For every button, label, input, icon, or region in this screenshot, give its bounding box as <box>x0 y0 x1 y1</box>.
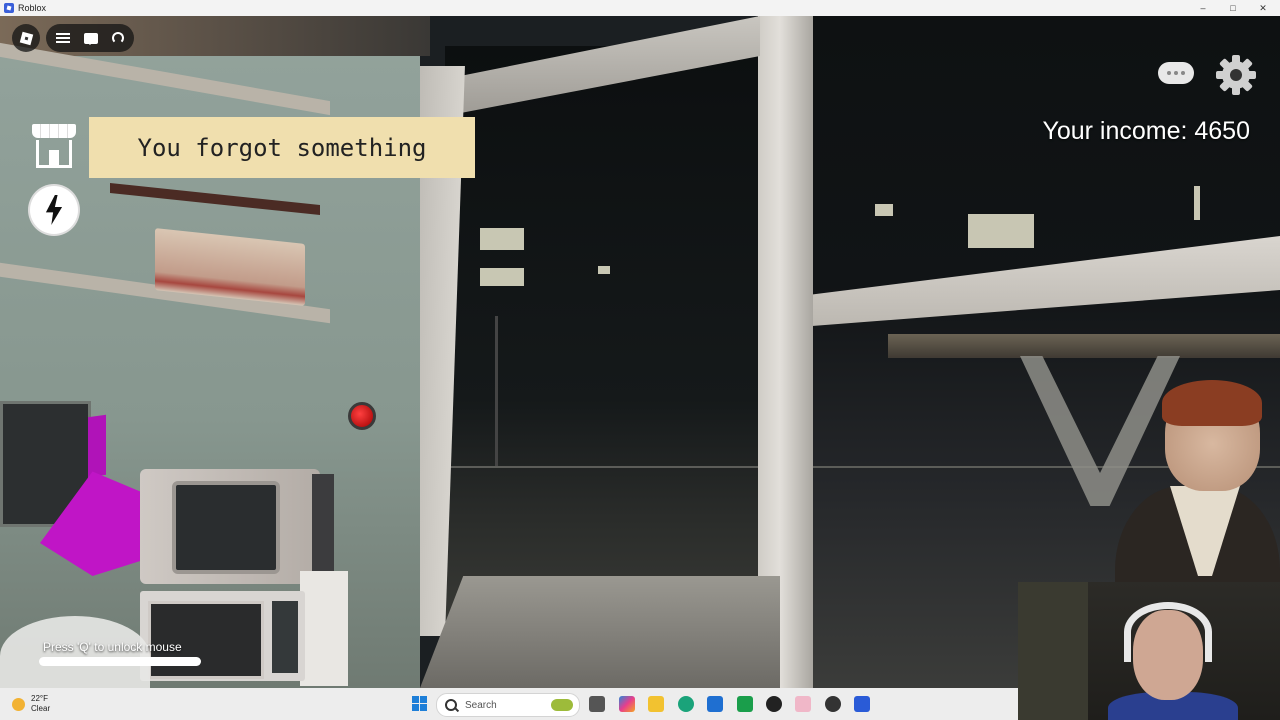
minimize-button[interactable]: – <box>1188 0 1218 16</box>
start-button[interactable] <box>412 696 427 711</box>
chrome-icon[interactable] <box>825 696 841 712</box>
topbar-pill <box>46 24 134 52</box>
road-edge <box>445 466 1280 468</box>
headset-icon[interactable] <box>112 32 124 44</box>
search-highlight-image <box>551 699 573 711</box>
window-title: Roblox <box>18 3 47 13</box>
roblox-logo-icon <box>19 31 33 45</box>
power-button[interactable] <box>30 186 78 234</box>
stand <box>300 571 348 686</box>
distant-building-light <box>480 268 524 286</box>
distant-building-light <box>875 204 893 216</box>
window-title-bar: Roblox – □ ✕ <box>0 0 1280 16</box>
purple-object <box>88 414 106 478</box>
gear-icon[interactable] <box>1215 54 1257 96</box>
roblox-topbar <box>12 24 134 54</box>
chat-bubble-icon[interactable] <box>1158 62 1194 84</box>
income-display: Your income: 4650 <box>1042 117 1250 145</box>
hamburger-menu-icon[interactable] <box>56 31 70 45</box>
roblox-app-icon <box>4 3 14 13</box>
unlock-mouse-progress <box>39 657 201 666</box>
microwave-keypad <box>272 601 298 673</box>
edge-icon[interactable] <box>678 696 694 712</box>
window-glass-left <box>445 46 765 636</box>
red-button[interactable] <box>348 402 376 430</box>
taskbar-search[interactable]: Search <box>436 693 580 717</box>
obs-icon[interactable] <box>766 696 782 712</box>
search-placeholder: Search <box>465 699 497 711</box>
headphones <box>1124 602 1212 662</box>
tv-back <box>312 474 334 574</box>
distant-building-light <box>1194 186 1200 220</box>
close-button[interactable]: ✕ <box>1248 0 1278 16</box>
weather-widget[interactable]: 22°F Clear <box>12 694 50 714</box>
window-sill <box>420 576 780 688</box>
search-icon <box>445 699 457 711</box>
street-lamp-pole <box>495 316 498 466</box>
distant-building-light <box>480 228 524 250</box>
folder-icon[interactable] <box>648 696 664 712</box>
roblox-menu-button[interactable] <box>12 24 40 52</box>
webcam-overlay <box>1018 582 1280 720</box>
npc-hair <box>1162 380 1262 426</box>
moon-icon <box>12 697 25 711</box>
xbox-icon[interactable] <box>737 696 753 712</box>
maximize-button[interactable]: □ <box>1218 0 1248 16</box>
notification-banner: You forgot something <box>89 117 475 178</box>
store-icon[interactable] <box>707 696 723 712</box>
distant-building-light <box>598 266 610 274</box>
weather-desc: Clear <box>31 704 51 713</box>
roblox-icon[interactable] <box>854 696 870 712</box>
file-explorer-icon[interactable] <box>589 696 605 712</box>
photos-icon[interactable] <box>795 696 811 712</box>
chat-icon[interactable] <box>84 32 98 45</box>
gas-station-canopy <box>888 334 1280 358</box>
distant-building-light <box>968 214 1034 248</box>
copilot-icon[interactable] <box>619 696 635 712</box>
unlock-mouse-hint: Press 'Q' to unlock mouse <box>43 640 182 654</box>
shop-icon <box>32 124 76 138</box>
weather-temp: 22°F <box>31 694 48 703</box>
shop-button[interactable] <box>30 124 78 170</box>
tv-screen <box>172 481 280 574</box>
notification-text: You forgot something <box>137 133 427 162</box>
lightning-bolt-icon <box>45 195 63 225</box>
